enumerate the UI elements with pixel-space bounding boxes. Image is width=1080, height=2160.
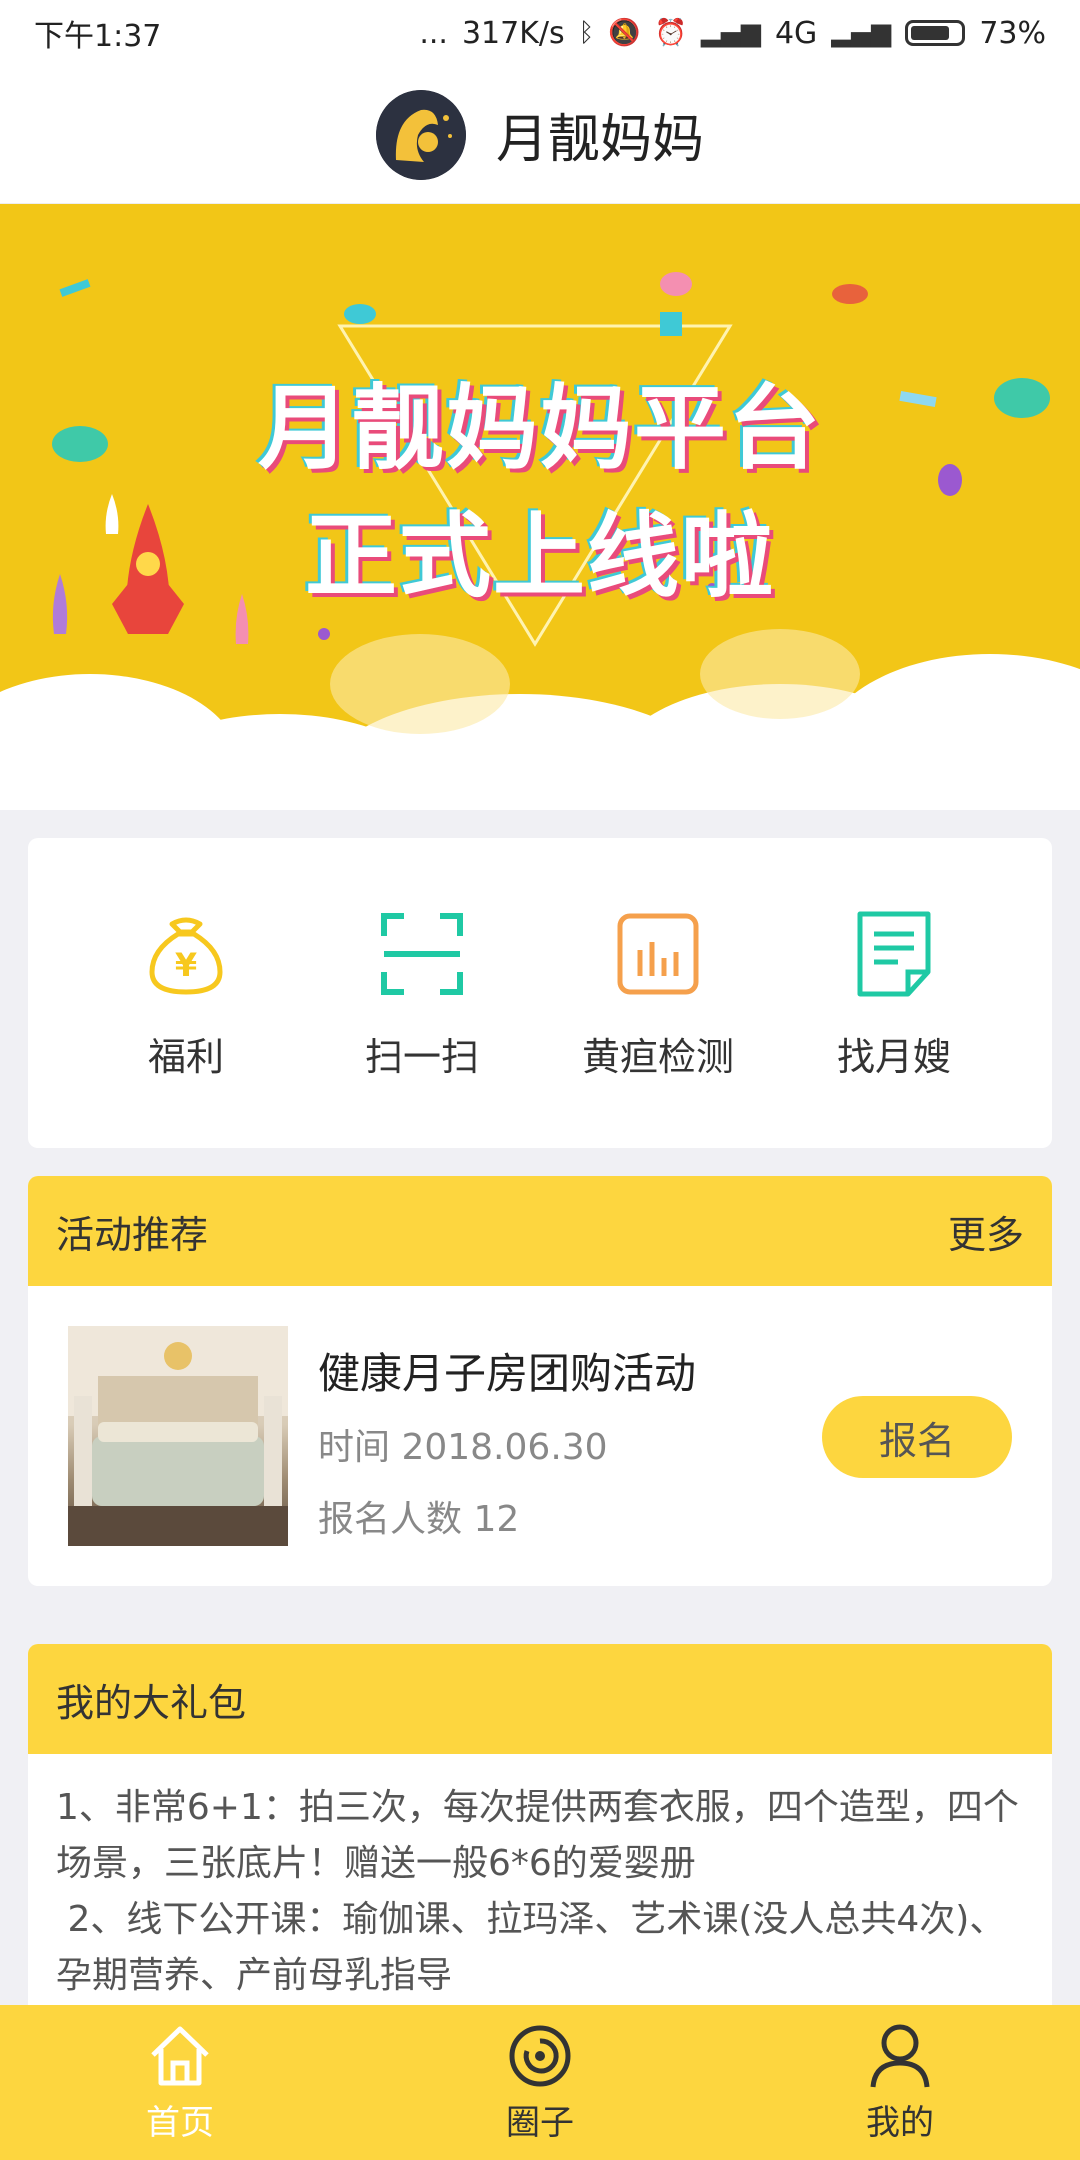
status-bar: 下午1:37 ... 317K/s ᛒ 🔕 ⏰ ▂▄▆ 4G ▂▄▆ 73% bbox=[0, 0, 1080, 66]
quick-scan[interactable]: 扫一扫 bbox=[312, 906, 532, 1081]
scan-icon bbox=[381, 912, 463, 995]
gift-section: 我的大礼包 1、非常6+1：拍三次，每次提供两套衣服，四个造型，四个场景，三张底… bbox=[28, 1644, 1052, 2024]
home-icon bbox=[151, 2026, 209, 2086]
app-header: 月靓妈妈 bbox=[0, 66, 1080, 204]
tab-mine[interactable]: 我的 bbox=[820, 2005, 980, 2160]
gift-section-title: 我的大礼包 bbox=[56, 1680, 247, 1725]
activity-section-title: 活动推荐 bbox=[56, 1212, 209, 1257]
network-type: 4G bbox=[774, 15, 818, 51]
tab-home-label: 首页 bbox=[146, 2103, 214, 2143]
quick-scan-label: 扫一扫 bbox=[364, 1034, 479, 1079]
tab-circle-label: 圈子 bbox=[506, 2103, 574, 2143]
bluetooth-icon: ᛒ bbox=[578, 18, 595, 48]
tab-mine-label: 我的 bbox=[866, 2103, 934, 2143]
banner-headline-line1: 月靓妈妈平台 bbox=[257, 375, 822, 482]
quick-nanny[interactable]: 找月嫂 bbox=[784, 906, 1004, 1081]
activity-thumbnail bbox=[68, 1326, 288, 1546]
page-title: 月靓妈妈 bbox=[495, 110, 704, 170]
bottom-tab-bar: 首页 圈子 我的 bbox=[0, 2005, 1080, 2160]
app-logo bbox=[375, 89, 466, 180]
quick-actions: ¥ 福利 扫一扫 黄疸检测 找月嫂 bbox=[28, 838, 1052, 1148]
battery-icon bbox=[905, 20, 966, 46]
signal-icon-2: ▂▄▆ bbox=[831, 18, 892, 48]
quick-jaundice-label: 黄疸检测 bbox=[581, 1034, 734, 1079]
status-dots: ... bbox=[419, 15, 448, 51]
activity-time: 时间 2018.06.30 bbox=[318, 1427, 608, 1468]
gift-content: 1、非常6+1：拍三次，每次提供两套衣服，四个造型，四个场景，三张底片！赠送一般… bbox=[28, 1754, 1052, 2024]
status-time: 下午1:37 bbox=[34, 19, 162, 54]
activity-section: 活动推荐 更多 健康月子房团购活动 时间 2018.06.30 报名人数 12 … bbox=[28, 1176, 1052, 1586]
gift-header: 我的大礼包 bbox=[28, 1644, 1052, 1754]
person-icon bbox=[870, 2024, 930, 2088]
activity-header: 活动推荐 更多 bbox=[28, 1176, 1052, 1286]
alarm-icon: ⏰ bbox=[654, 18, 687, 48]
quick-welfare-label: 福利 bbox=[147, 1034, 224, 1079]
activity-title: 健康月子房团购活动 bbox=[318, 1349, 697, 1398]
mute-icon: 🔕 bbox=[608, 18, 641, 48]
quick-jaundice[interactable]: 黄疸检测 bbox=[548, 906, 768, 1081]
activity-item[interactable]: 健康月子房团购活动 时间 2018.06.30 报名人数 12 报名 bbox=[28, 1286, 1052, 1586]
more-link[interactable]: 更多 bbox=[948, 1204, 1024, 1259]
chart-icon bbox=[617, 913, 699, 994]
quick-nanny-label: 找月嫂 bbox=[836, 1034, 951, 1079]
signal-icon: ▂▄▆ bbox=[700, 18, 761, 48]
signup-button[interactable]: 报名 bbox=[822, 1396, 1012, 1478]
activity-signup-count: 报名人数 12 bbox=[318, 1499, 520, 1540]
network-speed: 317K/s bbox=[461, 15, 565, 51]
svg-text:¥: ¥ bbox=[175, 946, 197, 984]
money-bag-icon: ¥ bbox=[149, 917, 223, 994]
status-icons: ... 317K/s ᛒ 🔕 ⏰ ▂▄▆ 4G ▂▄▆ 73% bbox=[419, 16, 1046, 51]
tab-circle[interactable]: 圈子 bbox=[460, 2005, 620, 2160]
circle-icon bbox=[509, 2025, 571, 2087]
promo-banner[interactable]: 月靓妈妈平台 正式上线啦 bbox=[0, 204, 1080, 810]
gift-line-1: 1、非常6+1：拍三次，每次提供两套衣服，四个造型，四个场景，三张底片！赠送一般… bbox=[56, 1787, 1019, 1884]
quick-welfare[interactable]: ¥ 福利 bbox=[76, 906, 296, 1081]
tab-home[interactable]: 首页 bbox=[100, 2005, 260, 2160]
battery-level: 73% bbox=[979, 15, 1046, 51]
document-icon bbox=[857, 911, 931, 996]
gift-line-2: 2、线下公开课：瑜伽课、拉玛泽、艺术课(没人总共4次)、孕期营养、产前母乳指导 bbox=[56, 1899, 1006, 1996]
banner-headline-line2: 正式上线啦 bbox=[304, 503, 775, 610]
